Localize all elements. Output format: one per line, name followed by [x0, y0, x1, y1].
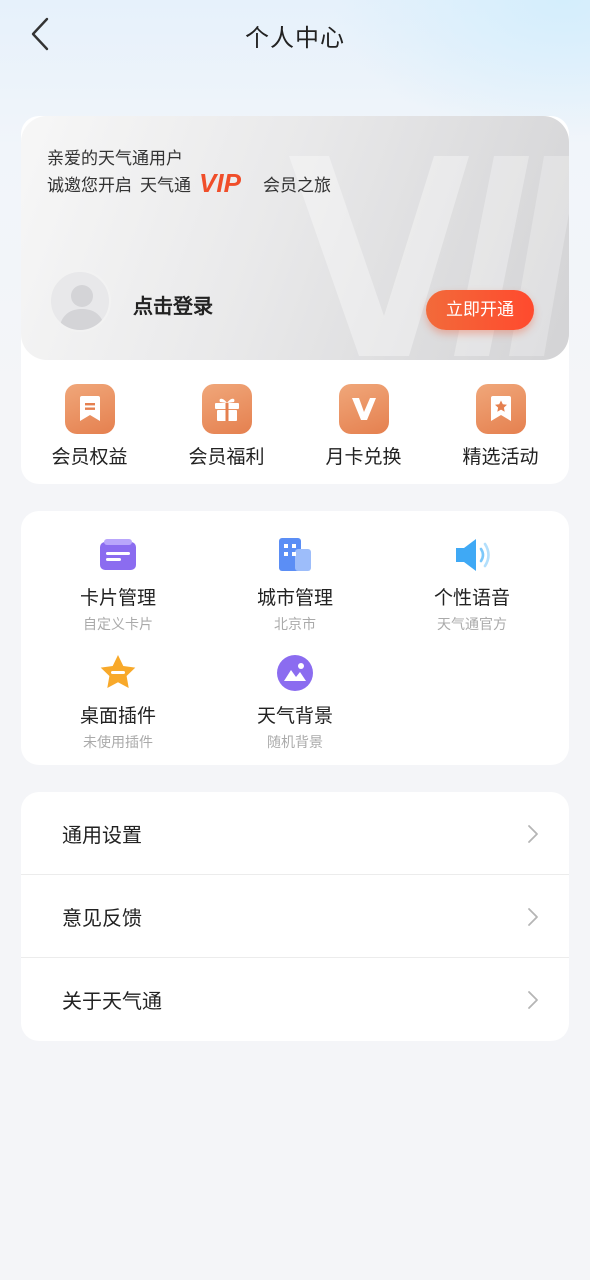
tool-subtitle: 随机背景: [267, 735, 323, 751]
tool-label: 城市管理: [256, 587, 333, 609]
setting-row-about[interactable]: 关于天气通: [21, 958, 569, 1041]
vip-greeting: 亲爱的天气通用户: [47, 149, 183, 169]
setting-row-feedback[interactable]: 意见反馈: [21, 875, 569, 958]
login-link[interactable]: 点击登录: [133, 290, 213, 319]
tool-label: 天气背景: [256, 705, 333, 727]
tool-subtitle: 未使用插件: [83, 735, 153, 751]
vip-logo-text: VIP: [199, 170, 242, 196]
star-plugin-icon: [100, 655, 136, 688]
chevron-right-icon: [528, 908, 538, 926]
tool-weather-background[interactable]: 天气背景 随机背景: [210, 653, 380, 752]
page-title: 个人中心: [245, 24, 345, 52]
tool-desktop-plugin[interactable]: 桌面插件 未使用插件: [33, 653, 203, 752]
vip-actions: 会员权益 会员福利 月卡兑换 精选活动: [21, 384, 569, 474]
vip-logo-icon: VIP: [199, 170, 242, 196]
bookmark-icon: [64, 384, 115, 434]
vip-invite-prefix: 诚邀您开启: [47, 175, 132, 196]
card-icon: [100, 539, 136, 570]
tool-voice[interactable]: 个性语音 天气通官方: [387, 535, 557, 634]
chevron-right-icon: [528, 825, 538, 843]
setting-label: 意见反馈: [62, 905, 142, 930]
tool-subtitle: 自定义卡片: [83, 617, 153, 633]
vip-invite-suffix: 会员之旅: [263, 175, 331, 196]
gift-icon: [201, 384, 252, 434]
vip-action-activities[interactable]: 精选活动: [432, 384, 569, 474]
building-icon: [279, 538, 311, 571]
vip-invite: 诚邀您开启 天气通 VIP 会员之旅: [47, 170, 331, 196]
star-badge-icon: [475, 384, 526, 434]
user-avatar-icon: [59, 285, 105, 330]
vip-action-label: 月卡兑换: [325, 446, 402, 468]
tool-label: 桌面插件: [79, 705, 156, 727]
chevron-right-icon: [528, 991, 538, 1009]
setting-label: 关于天气通: [62, 989, 162, 1013]
image-icon: [277, 655, 313, 691]
tool-label: 个性语音: [433, 587, 510, 609]
tool-label: 卡片管理: [79, 587, 156, 609]
tool-subtitle: 天气通官方: [437, 617, 507, 633]
vip-action-label: 会员福利: [188, 446, 265, 468]
vip-action-label: 精选活动: [462, 446, 539, 468]
settings-list: 通用设置 意见反馈 关于天气通: [21, 792, 569, 1041]
vip-card[interactable]: 亲爱的天气通用户 诚邀您开启 天气通 VIP 会员之旅 点击登录 立即开通: [21, 116, 569, 360]
vip-action-label: 会员权益: [51, 446, 128, 468]
vip-action-benefits[interactable]: 会员权益: [21, 384, 158, 474]
avatar[interactable]: [49, 270, 111, 332]
tools-panel: 卡片管理 自定义卡片 城市管理 北京市 个性语音 天气通官方 桌面插件 未使用插…: [21, 511, 569, 765]
speaker-icon: [456, 539, 490, 571]
open-vip-button[interactable]: 立即开通: [426, 290, 534, 330]
header: 个人中心: [0, 0, 590, 72]
v-icon: [338, 384, 389, 434]
tool-city-manage[interactable]: 城市管理 北京市: [210, 535, 380, 634]
setting-row-general[interactable]: 通用设置: [21, 792, 569, 875]
vip-invite-brand: 天气通: [140, 175, 191, 196]
vip-section: 亲爱的天气通用户 诚邀您开启 天气通 VIP 会员之旅 点击登录 立即开通 会员…: [21, 116, 569, 484]
tool-subtitle: 北京市: [274, 617, 316, 633]
tool-card-manage[interactable]: 卡片管理 自定义卡片: [33, 535, 203, 634]
vip-action-welfare[interactable]: 会员福利: [158, 384, 295, 474]
setting-label: 通用设置: [62, 822, 142, 847]
vip-action-monthly-card[interactable]: 月卡兑换: [295, 384, 432, 474]
